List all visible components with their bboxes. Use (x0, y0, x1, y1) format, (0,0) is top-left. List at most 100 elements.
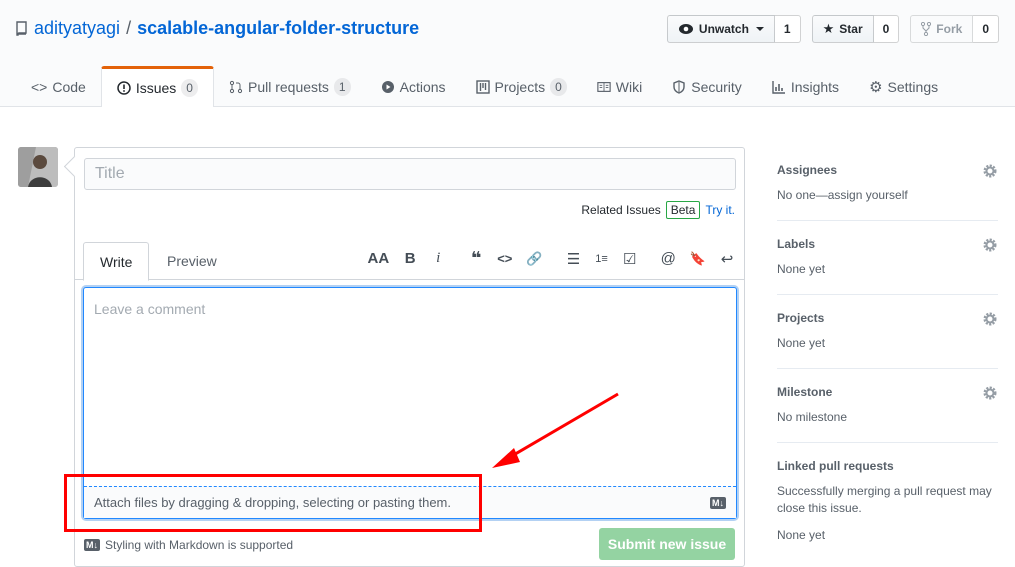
sidebar-value: Successfully merging a pull request may … (777, 484, 992, 515)
fork-icon (921, 22, 932, 36)
sidebar-value[interactable]: No one—assign yourself (777, 187, 998, 204)
tab-projects[interactable]: Projects 0 (461, 67, 582, 107)
star-count[interactable]: 0 (873, 15, 900, 43)
star-button[interactable]: ★ Star (811, 15, 874, 43)
task-list-icon[interactable]: ☑ (623, 250, 637, 268)
tab-security-label: Security (691, 79, 742, 95)
star-group: ★ Star 0 (811, 15, 900, 43)
tab-issues-count: 0 (181, 79, 198, 97)
tab-issues-label: Issues (135, 80, 177, 96)
sidebar-linked-pull-requests: Linked pull requests Successfully mergin… (777, 443, 998, 560)
issue-sidebar: Assignees No one—assign yourself Labels … (777, 147, 998, 560)
gear-icon[interactable] (982, 237, 998, 253)
shield-icon (673, 80, 685, 94)
repo-name-link[interactable]: scalable-angular-folder-structure (137, 18, 419, 39)
quote-icon[interactable]: ❝ (469, 248, 483, 269)
try-it-link[interactable]: Try it. (705, 203, 735, 217)
repo-actions: Unwatch 1 ★ Star 0 Fork 0 (666, 15, 999, 43)
tab-preview[interactable]: Preview (151, 242, 233, 280)
tab-wiki[interactable]: Wiki (582, 67, 657, 107)
tab-insights-label: Insights (790, 79, 840, 95)
watch-count[interactable]: 1 (774, 15, 801, 43)
tab-code-label: Code (52, 79, 86, 95)
avatar-image (18, 147, 58, 187)
sidebar-milestone[interactable]: Milestone No milestone (777, 369, 998, 443)
sidebar-value: No milestone (777, 410, 848, 424)
markdown-note-text: Styling with Markdown is supported (105, 538, 294, 552)
annotation-box (64, 474, 482, 532)
tab-code[interactable]: <> Code (16, 67, 101, 107)
related-issues: Related Issues Beta Try it. (581, 201, 735, 219)
markdown-toolbar: AA B i ❝ <> 🔗 ☰ 1≡ ☑ @ 🔖 ↩ (368, 248, 734, 269)
play-icon (381, 81, 394, 93)
mention-icon[interactable]: @ (661, 250, 676, 267)
repo-header: adityatyagi / scalable-angular-folder-st… (0, 0, 1015, 107)
sidebar-heading: Labels (777, 237, 816, 251)
unwatch-label: Unwatch (698, 22, 749, 36)
tab-pull-requests-label: Pull requests (247, 79, 329, 95)
italic-icon[interactable]: i (431, 250, 445, 267)
link-icon[interactable]: 🔗 (526, 251, 542, 267)
fork-label: Fork (936, 22, 963, 36)
tab-issues[interactable]: Issues 0 (100, 66, 214, 107)
sidebar-value-secondary: None yet (777, 528, 826, 542)
gear-icon: ⚙ (869, 79, 883, 96)
repo-separator: / (126, 18, 132, 38)
submit-issue-button[interactable]: Submit new issue (599, 528, 735, 560)
repo-title: adityatyagi / scalable-angular-folder-st… (16, 18, 419, 39)
unwatch-button[interactable]: Unwatch (666, 15, 775, 43)
sidebar-heading: Linked pull requests (777, 459, 894, 473)
repo-owner-link[interactable]: adityatyagi (34, 18, 120, 39)
pull-request-icon (229, 80, 243, 94)
sidebar-heading: Assignees (777, 163, 838, 177)
fork-count[interactable]: 0 (973, 15, 999, 43)
issue-title-input[interactable]: Title (84, 158, 736, 190)
markdown-icon: M↓ (710, 496, 726, 509)
header-text-icon[interactable]: AA (368, 250, 390, 267)
beta-badge: Beta (665, 201, 701, 219)
ordered-list-icon[interactable]: 1≡ (595, 253, 609, 265)
unordered-list-icon[interactable]: ☰ (567, 250, 581, 268)
related-issues-label: Related Issues (581, 203, 661, 217)
tab-pull-requests-count: 1 (333, 78, 351, 96)
tab-insights[interactable]: Insights (757, 67, 854, 107)
project-icon (475, 80, 490, 94)
comment-placeholder: Leave a comment (94, 301, 206, 317)
gear-icon[interactable] (982, 311, 998, 327)
sidebar-heading: Projects (777, 311, 825, 325)
sidebar-assignees[interactable]: Assignees No one—assign yourself (777, 147, 998, 221)
tab-write[interactable]: Write (83, 242, 150, 281)
sidebar-value: None yet (777, 336, 826, 350)
gear-icon[interactable] (982, 163, 998, 179)
chevron-down-icon (755, 27, 764, 31)
bold-icon[interactable]: B (403, 250, 417, 267)
code-icon[interactable]: <> (497, 251, 512, 266)
fork-button[interactable]: Fork (910, 15, 974, 43)
tab-settings[interactable]: ⚙ Settings (854, 67, 953, 107)
sidebar-heading: Milestone (777, 385, 833, 399)
avatar[interactable] (18, 147, 58, 187)
reply-icon[interactable]: ↩ (720, 250, 734, 268)
tab-wiki-label: Wiki (615, 79, 643, 95)
tab-pull-requests[interactable]: Pull requests 1 (214, 67, 366, 107)
repo-icon (16, 20, 27, 36)
star-icon: ★ (822, 21, 835, 36)
sidebar-value: None yet (777, 262, 826, 276)
markdown-icon: M↓ (84, 539, 100, 551)
repo-nav: <> Code Issues 0 Pull requests 1 Actions… (16, 66, 953, 107)
book-icon (597, 82, 611, 92)
markdown-note[interactable]: M↓ Styling with Markdown is supported (84, 538, 293, 552)
tab-settings-label: Settings (887, 79, 939, 95)
tab-actions[interactable]: Actions (366, 67, 461, 107)
sidebar-projects[interactable]: Projects None yet (777, 295, 998, 369)
sidebar-labels[interactable]: Labels None yet (777, 221, 998, 295)
gear-icon[interactable] (982, 385, 998, 401)
tab-security[interactable]: Security (657, 67, 757, 107)
tab-actions-label: Actions (399, 79, 446, 95)
star-label: Star (839, 22, 863, 36)
bookmark-icon[interactable]: 🔖 (690, 251, 706, 267)
tab-projects-label: Projects (494, 79, 546, 95)
tab-projects-count: 0 (550, 78, 567, 96)
code-icon: <> (31, 79, 48, 95)
eye-icon (678, 24, 693, 34)
